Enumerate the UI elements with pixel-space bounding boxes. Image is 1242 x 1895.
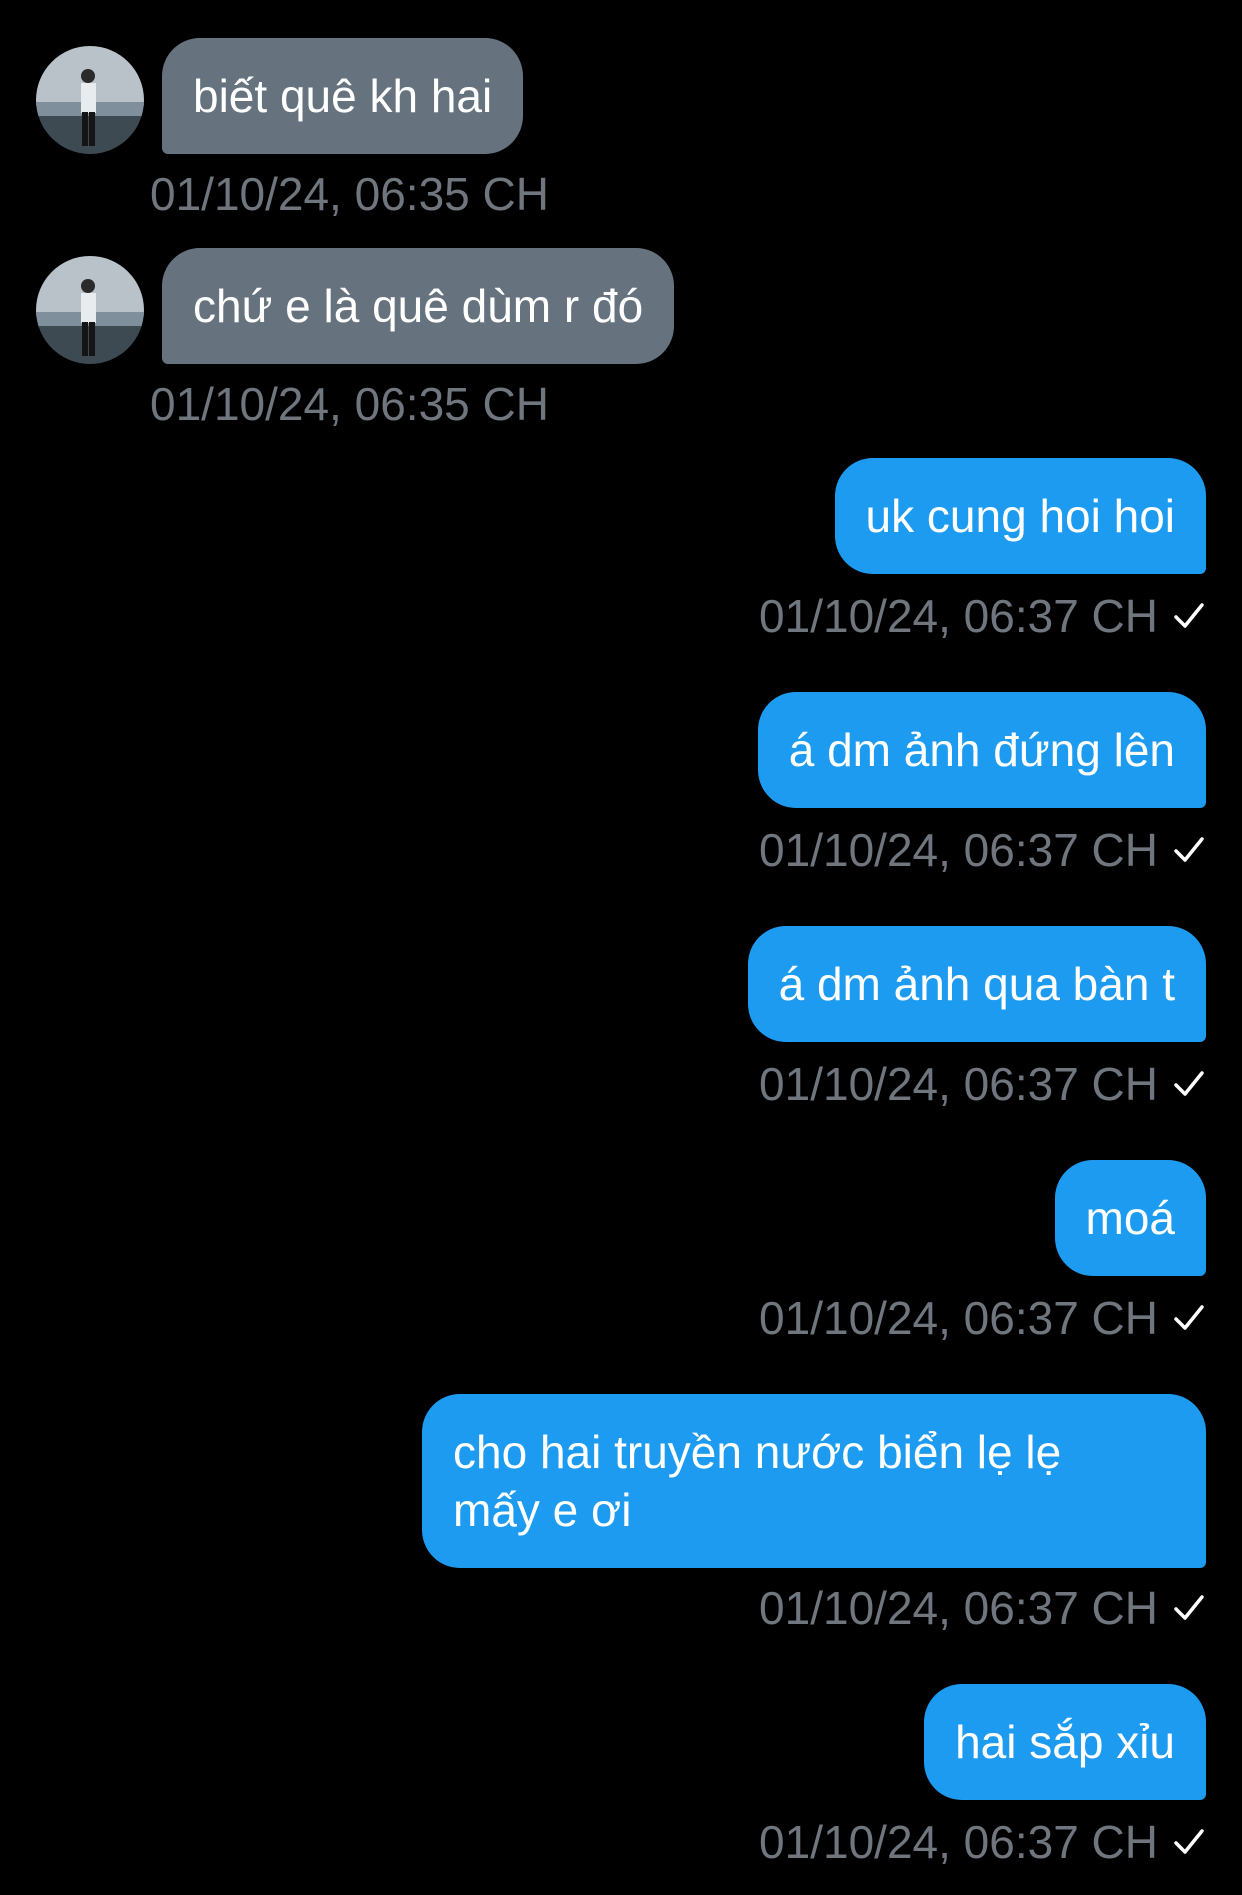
avatar-photo-icon bbox=[36, 46, 144, 154]
message-bubble[interactable]: chứ e là quê dùm r đó bbox=[162, 248, 675, 364]
message-timestamp-row: 01/10/24, 06:37 CH bbox=[759, 822, 1206, 878]
message-thread: biết quê kh hai 01/10/24, 06:35 CH chứ e… bbox=[0, 0, 1242, 1895]
message-bubble[interactable]: uk cung hoi hoi bbox=[834, 458, 1206, 574]
message-timestamp: 01/10/24, 06:37 CH bbox=[759, 824, 1158, 876]
message-timestamp: 01/10/24, 06:37 CH bbox=[759, 1292, 1158, 1344]
checkmark-icon bbox=[1174, 1595, 1204, 1620]
message-bubble[interactable]: á dm ảnh qua bàn t bbox=[747, 926, 1206, 1042]
checkmark-icon bbox=[1174, 1071, 1204, 1096]
message-bubble[interactable]: moá bbox=[1054, 1160, 1206, 1276]
avatar-photo-icon bbox=[36, 256, 144, 364]
message-timestamp: 01/10/24, 06:35 CH bbox=[150, 168, 549, 220]
message-timestamp: 01/10/24, 06:37 CH bbox=[759, 1058, 1158, 1110]
outgoing-message[interactable]: cho hai truyền nước biển lẹ lẹ mấy e ơi bbox=[422, 1394, 1206, 1568]
message-bubble[interactable]: biết quê kh hai bbox=[162, 38, 524, 154]
outgoing-message[interactable]: uk cung hoi hoi bbox=[834, 458, 1206, 574]
message-timestamp-row: 01/10/24, 06:37 CH bbox=[759, 1056, 1206, 1112]
message-timestamp-row: 01/10/24, 06:37 CH bbox=[759, 1580, 1206, 1636]
message-timestamp: 01/10/24, 06:37 CH bbox=[759, 1816, 1158, 1868]
message-timestamp: 01/10/24, 06:35 CH bbox=[150, 378, 549, 430]
avatar[interactable] bbox=[36, 46, 144, 154]
outgoing-message[interactable]: á dm ảnh qua bàn t bbox=[747, 926, 1206, 1042]
checkmark-icon bbox=[1174, 1305, 1204, 1330]
message-timestamp-row: 01/10/24, 06:37 CH bbox=[759, 1290, 1206, 1346]
message-timestamp: 01/10/24, 06:37 CH bbox=[759, 1582, 1158, 1634]
message-timestamp-row: 01/10/24, 06:37 CH bbox=[759, 588, 1206, 644]
message-timestamp: 01/10/24, 06:37 CH bbox=[759, 590, 1158, 642]
checkmark-icon bbox=[1174, 603, 1204, 628]
checkmark-icon bbox=[1174, 837, 1204, 862]
incoming-message[interactable]: chứ e là quê dùm r đó bbox=[36, 248, 675, 364]
incoming-message[interactable]: biết quê kh hai bbox=[36, 38, 524, 154]
outgoing-message[interactable]: á dm ảnh đứng lên bbox=[757, 692, 1206, 808]
outgoing-message[interactable]: moá bbox=[1054, 1160, 1206, 1276]
avatar[interactable] bbox=[36, 256, 144, 364]
message-timestamp-row: 01/10/24, 06:37 CH bbox=[759, 1814, 1206, 1870]
message-bubble[interactable]: á dm ảnh đứng lên bbox=[757, 692, 1206, 808]
message-bubble[interactable]: cho hai truyền nước biển lẹ lẹ mấy e ơi bbox=[422, 1394, 1206, 1568]
message-bubble[interactable]: hai sắp xỉu bbox=[924, 1684, 1206, 1800]
checkmark-icon bbox=[1174, 1829, 1204, 1854]
outgoing-message[interactable]: hai sắp xỉu bbox=[924, 1684, 1206, 1800]
